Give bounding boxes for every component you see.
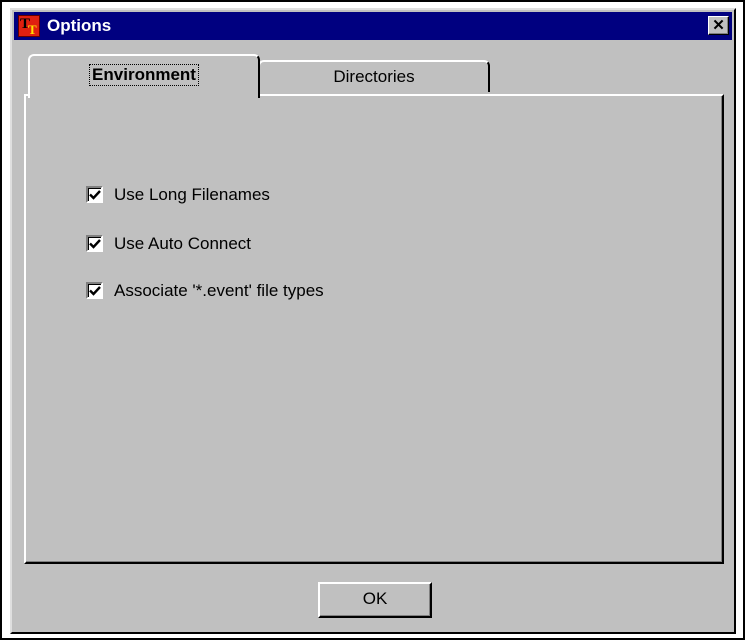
checkmark-icon <box>89 286 101 296</box>
close-button[interactable]: ✕ <box>708 16 729 35</box>
checkmark-icon <box>89 190 101 200</box>
title-bar[interactable]: TT Options ✕ <box>14 12 732 40</box>
tab-environment[interactable]: Environment <box>28 54 260 98</box>
tab-directories-label: Directories <box>333 67 415 86</box>
ok-button[interactable]: OK <box>318 582 432 618</box>
associate-event-label: Associate '*.event' file types <box>114 281 324 300</box>
auto-connect-checkbox[interactable] <box>86 235 103 252</box>
app-icon: TT <box>18 15 40 37</box>
checkmark-icon <box>89 239 101 249</box>
tab-environment-label: Environment <box>89 64 199 86</box>
options-dialog: TT Options ✕ Environment Directories Use… <box>10 8 736 634</box>
close-icon: ✕ <box>712 17 725 34</box>
tab-directories[interactable]: Directories <box>258 60 490 92</box>
long-filenames-checkbox[interactable] <box>86 186 103 203</box>
environment-panel: Use Long Filenames Use Auto Connect Asso… <box>24 94 724 564</box>
long-filenames-label: Use Long Filenames <box>114 185 270 204</box>
auto-connect-label: Use Auto Connect <box>114 234 252 253</box>
associate-event-checkbox[interactable] <box>86 282 103 299</box>
window-title: Options <box>47 16 112 35</box>
